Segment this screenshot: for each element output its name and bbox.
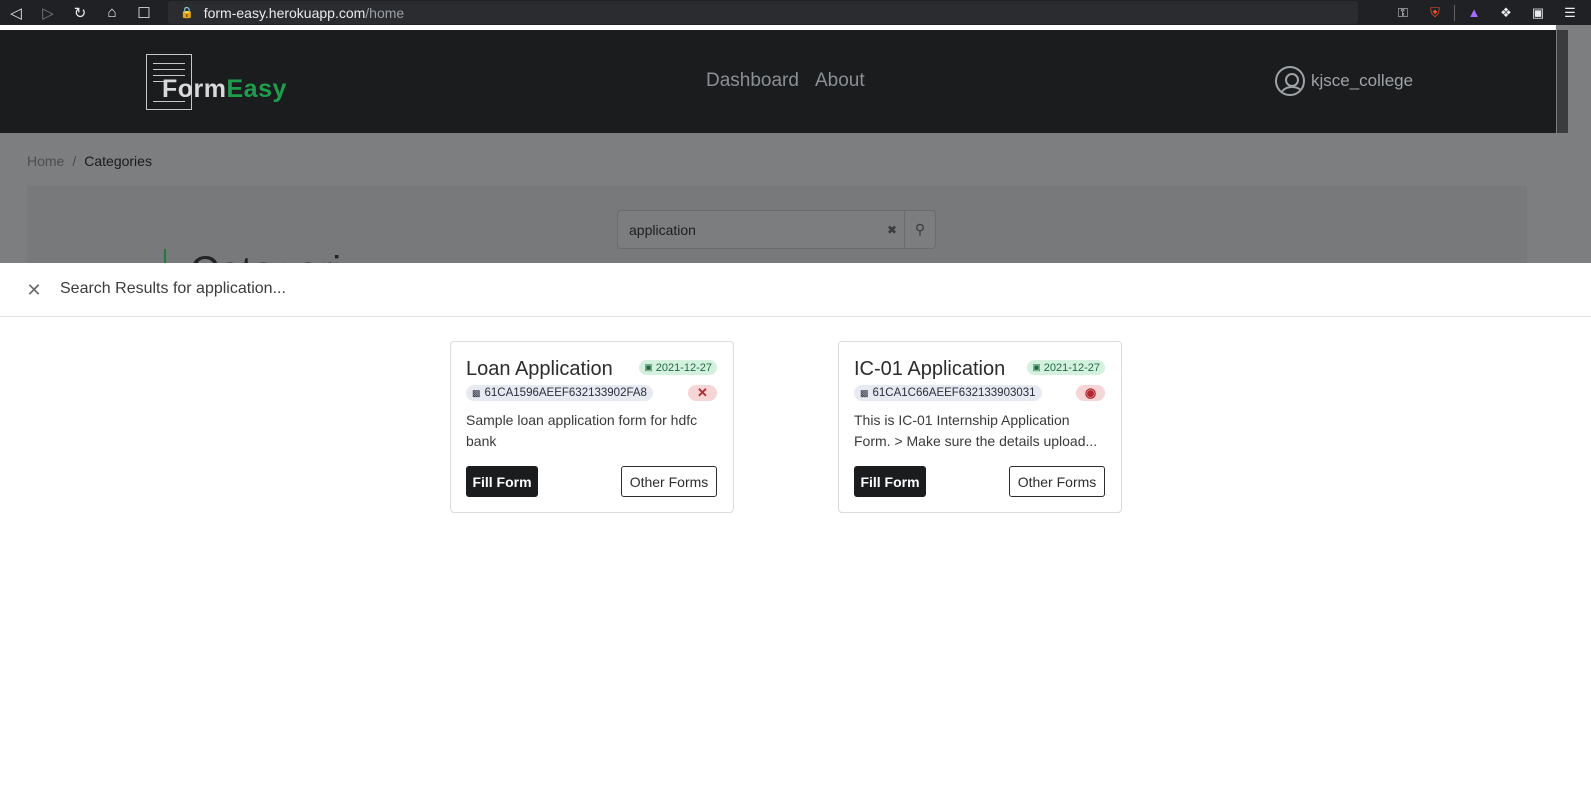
- results-heading: Search Results for application...: [60, 280, 286, 297]
- formeasy-logo[interactable]: FormEasy: [146, 54, 286, 112]
- form-card: IC-01 Application ▣ 2021-12-27 ▩ 61CA1C66A…: [838, 341, 1122, 513]
- close-icon[interactable]: ✕: [26, 281, 42, 299]
- bookmark-icon[interactable]: ☐: [128, 0, 160, 25]
- main-nav: Dashboard About: [706, 70, 865, 92]
- page-backdrop: Home / Categories ✖ ⚲ Categories: [0, 133, 1556, 276]
- id-badge: ▩ 61CA1C66AEEF632133903031: [854, 385, 1042, 401]
- form-card: Loan Application ▣ 2021-12-27 ▩ 61CA1596AE…: [450, 341, 734, 513]
- date-badge: ▣ 2021-12-27: [1027, 360, 1105, 375]
- browser-actions: ⚿ ⛨ ▲ ❖ ▣ ☰: [1390, 0, 1591, 25]
- calendar-icon: ▣: [1032, 362, 1041, 372]
- breadcrumb-current: Categories: [84, 153, 152, 169]
- lock-icon: 🔒: [180, 7, 194, 19]
- card-title: IC-01 Application: [854, 358, 1006, 380]
- address-bar[interactable]: 🔒 form-easy.herokuapp.com/home: [168, 1, 1358, 24]
- wallet-icon[interactable]: ▣: [1525, 0, 1551, 25]
- id-badge: ▩ 61CA1596AEEF632133902FA8: [466, 385, 653, 401]
- brave-shield-icon[interactable]: ⛨: [1422, 0, 1448, 25]
- home-icon[interactable]: ⌂: [96, 0, 128, 25]
- id-card-icon: ▩: [472, 387, 481, 398]
- menu-icon[interactable]: ☰: [1557, 0, 1583, 25]
- rewards-icon[interactable]: ▲: [1461, 0, 1487, 25]
- key-icon[interactable]: ⚿: [1390, 0, 1416, 25]
- page-scrollbar-thumb[interactable]: [1557, 30, 1568, 133]
- fill-form-button[interactable]: Fill Form: [466, 466, 538, 497]
- logo-text: FormEasy: [162, 75, 287, 103]
- url-host: form-easy.herokuapp.com: [203, 4, 366, 21]
- id-card-icon: ▩: [860, 387, 869, 398]
- card-title: Loan Application: [466, 358, 613, 380]
- date-badge: ▣ 2021-12-27: [639, 360, 717, 375]
- reload-icon[interactable]: ↻: [64, 0, 96, 25]
- search-icon: ⚲: [914, 221, 926, 237]
- forward-icon[interactable]: ▷: [32, 0, 64, 25]
- search-results-panel: ✕ Search Results for application... Loan…: [0, 263, 1591, 806]
- back-icon[interactable]: ◁: [0, 0, 32, 25]
- extensions-icon[interactable]: ❖: [1493, 0, 1519, 25]
- user-menu[interactable]: kjsce_college: [1275, 66, 1413, 96]
- categories-title-clipped: Categories: [190, 249, 350, 263]
- site-header: FormEasy Dashboard About kjsce_college: [0, 30, 1556, 133]
- calendar-icon: ▣: [644, 362, 653, 372]
- breadcrumb: Home / Categories: [27, 153, 152, 169]
- fill-form-button[interactable]: Fill Form: [854, 466, 926, 497]
- nav-dashboard[interactable]: Dashboard: [706, 70, 799, 92]
- toolbar-separator: [1454, 4, 1455, 21]
- clear-search-icon[interactable]: ✖: [880, 211, 904, 248]
- other-forms-button[interactable]: Other Forms: [621, 466, 717, 497]
- user-avatar-icon: [1275, 66, 1305, 96]
- results-header: ✕ Search Results for application...: [0, 263, 1591, 317]
- search-bar: ✖ ⚲: [617, 210, 936, 249]
- search-input[interactable]: [618, 211, 880, 248]
- close-icon: ✕: [688, 385, 717, 401]
- card-description: This is IC-01 Internship Application For…: [854, 412, 1098, 449]
- card-description: Sample loan application form for hdfc ba…: [466, 412, 698, 449]
- breadcrumb-separator: /: [72, 153, 77, 169]
- other-forms-button[interactable]: Other Forms: [1009, 466, 1105, 497]
- breadcrumb-home[interactable]: Home: [27, 153, 64, 169]
- username: kjsce_college: [1311, 71, 1414, 90]
- nav-about[interactable]: About: [815, 70, 865, 92]
- browser-toolbar: ◁ ▷ ↻ ⌂ ☐ 🔒 form-easy.herokuapp.com/home…: [0, 0, 1591, 25]
- url-path: /home: [365, 4, 405, 21]
- eye-icon: ◉: [1076, 385, 1105, 401]
- search-button[interactable]: ⚲: [904, 211, 935, 248]
